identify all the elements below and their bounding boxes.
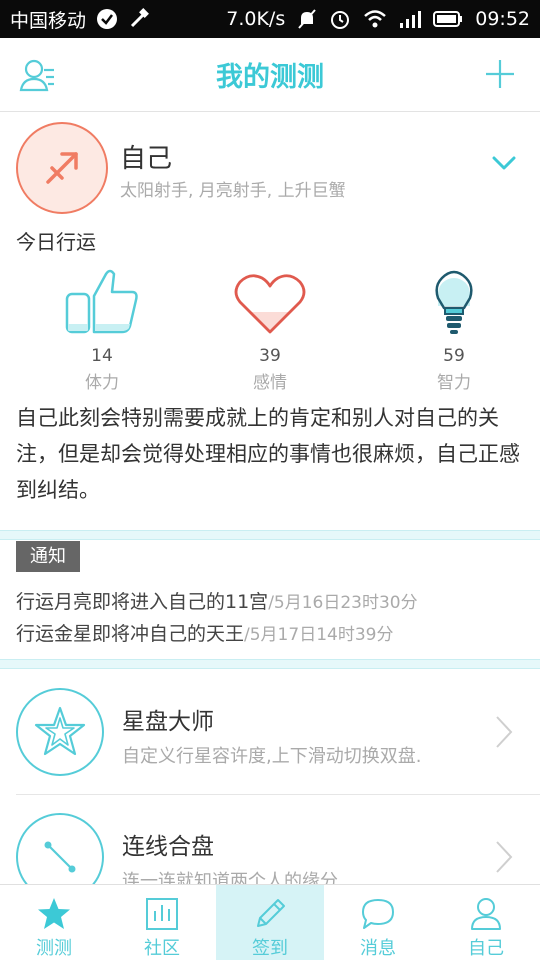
fortune-stats: 14 体力 39 感情 59 智力 <box>0 264 540 394</box>
notice-text: 行运月亮即将进入自己的11宫 <box>16 591 269 613</box>
chevron-down-icon[interactable] <box>490 152 518 174</box>
stat-intelligence: 59 智力 <box>384 264 524 393</box>
nav-label: 社区 <box>144 938 180 959</box>
nav-label: 测测 <box>36 938 72 959</box>
chat-bubble-icon <box>358 895 398 932</box>
profile-card: 自己 太阳射手, 月亮射手, 上升巨蟹 今日行运 14 体力 39 感情 59 … <box>0 112 540 530</box>
network-speed: 7.0K/s <box>226 8 286 30</box>
nav-tab-messages[interactable]: 消息 <box>324 885 432 960</box>
profile-name: 自己 <box>120 144 173 174</box>
thumbs-up-icon <box>32 264 172 336</box>
nav-tab-cece[interactable]: 测测 <box>0 885 108 960</box>
notice-time: /5月17日14时39分 <box>244 625 394 645</box>
stat-intelligence-value: 59 <box>443 346 465 366</box>
feature-subtitle: 自定义行星容许度,上下滑动切换双盘. <box>122 746 422 767</box>
stat-emotion: 39 感情 <box>200 264 340 393</box>
clock: 09:52 <box>475 8 530 30</box>
star-filled-icon <box>34 895 74 932</box>
person-icon <box>466 895 506 932</box>
chevron-right-icon <box>494 714 514 750</box>
stat-stamina-value: 14 <box>91 346 113 366</box>
wifi-icon <box>363 9 387 29</box>
signal-icon <box>399 9 422 29</box>
notice-item[interactable]: 行运月亮即将进入自己的11宫/5月16日23时30分 <box>16 587 418 614</box>
notice-section: 通知 行运月亮即将进入自己的11宫/5月16日23时30分 行运金星即将冲自己的… <box>0 541 540 659</box>
profile-signs: 太阳射手, 月亮射手, 上升巨蟹 <box>120 181 346 201</box>
pencil-icon <box>250 895 290 932</box>
section-divider <box>0 530 540 540</box>
heart-icon <box>200 264 340 336</box>
app-header: 我的测测 <box>0 38 540 112</box>
usb-icon <box>128 8 150 30</box>
feature-title: 星盘大师 <box>122 709 214 735</box>
section-divider <box>0 659 540 669</box>
notice-tag: 通知 <box>16 541 80 572</box>
stat-emotion-label: 感情 <box>253 373 287 393</box>
star-icon <box>16 688 104 776</box>
notice-item[interactable]: 行运金星即将冲自己的天王/5月17日14时39分 <box>16 619 393 646</box>
battery-icon <box>433 10 463 28</box>
status-bar: 中国移动 7.0K/s 09:52 <box>0 0 540 38</box>
check-circle-icon <box>96 8 118 30</box>
feature-title: 连线合盘 <box>122 834 214 860</box>
nav-label: 自己 <box>468 938 504 959</box>
mute-icon <box>297 8 317 30</box>
notice-time: /5月16日23时30分 <box>268 593 418 613</box>
today-fortune-label: 今日行运 <box>16 230 96 254</box>
bottom-navigation: 测测 社区 签到 消息 自己 <box>0 884 540 960</box>
nav-label: 消息 <box>360 938 396 959</box>
stat-intelligence-label: 智力 <box>437 373 471 393</box>
sagittarius-avatar[interactable] <box>16 122 108 214</box>
carrier-label: 中国移动 <box>10 9 87 32</box>
nav-label: 签到 <box>252 938 288 959</box>
fortune-description: 自己此刻会特别需要成就上的肯定和别人对自己的关注，但是却会觉得处理相应的事情也很… <box>16 406 520 502</box>
nav-tab-community[interactable]: 社区 <box>108 885 216 960</box>
add-icon[interactable] <box>482 56 518 92</box>
light-bulb-icon <box>384 264 524 336</box>
feature-chart-master[interactable]: 星盘大师 自定义行星容许度,上下滑动切换双盘. <box>0 670 540 794</box>
chevron-right-icon <box>494 839 514 875</box>
notice-text: 行运金星即将冲自己的天王 <box>16 623 245 645</box>
bar-chart-icon <box>142 895 182 932</box>
stat-stamina: 14 体力 <box>32 264 172 393</box>
nav-tab-checkin[interactable]: 签到 <box>216 885 324 960</box>
page-title: 我的测测 <box>216 62 324 93</box>
nav-tab-me[interactable]: 自己 <box>432 885 540 960</box>
sagittarius-icon <box>46 152 78 184</box>
alarm-icon <box>329 8 351 30</box>
stat-emotion-value: 39 <box>259 346 281 366</box>
stat-stamina-label: 体力 <box>85 373 119 393</box>
